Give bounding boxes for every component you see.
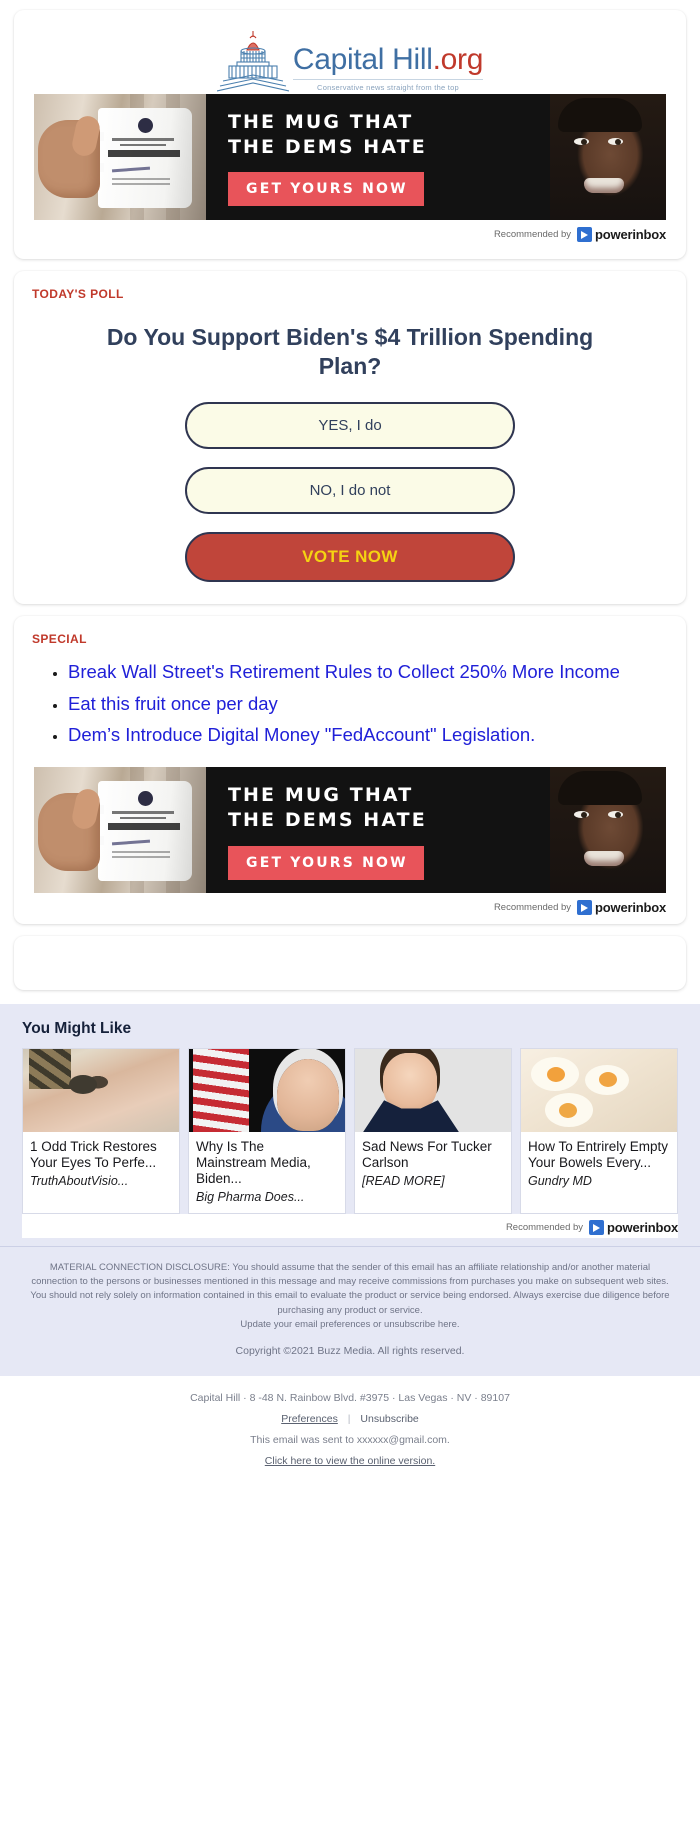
list-item[interactable]: How To Entrirely Empty Your Bowels Every…	[520, 1048, 678, 1214]
powerinbox-name-2: powerinbox	[595, 900, 666, 916]
mug-quote-text	[108, 150, 180, 157]
card-body: 1 Odd Trick Restores Your Eyes To Perfe.…	[23, 1132, 179, 1197]
empty-content-card	[14, 936, 686, 991]
recommended-by-strip-yml: Recommended by powerinbox	[22, 1213, 678, 1238]
powerinbox-name: powerinbox	[595, 227, 666, 242]
powerinbox-logo[interactable]: powerinbox	[577, 227, 666, 242]
unsubscribe-link[interactable]: Unsubscribe	[360, 1413, 418, 1425]
list-item: Eat this fruit once per day	[68, 692, 660, 717]
logo-tld: .org	[432, 43, 484, 76]
you-might-like-grid: 1 Odd Trick Restores Your Eyes To Perfe.…	[22, 1048, 678, 1214]
card-headline: Sad News For Tucker Carlson	[362, 1139, 492, 1171]
footer-link-separator: |	[347, 1412, 351, 1425]
card-headline: How To Entrirely Empty Your Bowels Every…	[528, 1139, 669, 1171]
online-version-link[interactable]: Click here to view the online version.	[265, 1455, 435, 1467]
disclosure-preferences-line: Update your email preferences or unsubsc…	[240, 1318, 460, 1330]
footer-address: Capital Hill · 8 -48 N. Rainbow Blvd. #3…	[190, 1391, 510, 1404]
biden-flag-photo	[189, 1049, 345, 1133]
footer-online-version: Click here to view the online version.	[20, 1455, 680, 1467]
card-source: [READ MORE]	[362, 1174, 445, 1189]
ad-cta-button[interactable]: GET YOURS NOW	[228, 172, 424, 207]
powerinbox-logo-icon-2	[577, 900, 593, 916]
recommended-by-label-3: Recommended by	[505, 1221, 584, 1233]
special-ad-wrapper: THE MUG THAT THE DEMS HATE GET YOURS NOW	[14, 755, 686, 894]
ad-person-photo	[550, 94, 666, 220]
poll-question: Do You Support Biden's $4 Trillion Spend…	[106, 324, 594, 380]
tucker-carlson-mug-photo	[355, 1049, 511, 1133]
mug-product-photo-2	[34, 767, 206, 894]
powerinbox-logo-icon-3	[589, 1219, 605, 1235]
footer-section: Capital Hill · 8 -48 N. Rainbow Blvd. #3…	[0, 1375, 700, 1493]
poll-option-no[interactable]: NO, I do not	[185, 466, 515, 514]
card-body: Sad News For Tucker Carlson [READ MORE]	[355, 1132, 511, 1197]
card-source: Big Pharma Does...	[196, 1189, 305, 1204]
recommended-by-strip-header: Recommended by powerinbox	[14, 220, 686, 245]
preferences-link[interactable]: Preferences	[281, 1413, 338, 1425]
capitol-dome-icon	[216, 28, 289, 94]
powerinbox-logo-2[interactable]: powerinbox	[577, 900, 666, 916]
mug-ad-banner-2[interactable]: THE MUG THAT THE DEMS HATE GET YOURS NOW	[34, 767, 666, 894]
footer-sent-to: This email was sent to xxxxxx@gmail.com.	[250, 1433, 450, 1446]
disclosure-body: MATERIAL CONNECTION DISCLOSURE: You shou…	[30, 1261, 670, 1316]
poll-option-yes[interactable]: YES, I do	[185, 401, 515, 449]
you-might-like-title: You Might Like	[22, 1020, 132, 1038]
mug-product-photo	[34, 94, 206, 220]
you-might-like-section: You Might Like 1 Odd Trick Restores Your…	[0, 1004, 700, 1246]
list-item[interactable]: Why Is The Mainstream Media, Biden... Bi…	[188, 1048, 346, 1214]
ad-person-photo-2	[550, 767, 666, 894]
logo-tagline: Conservative news straight from the top	[292, 79, 484, 92]
recommended-by-label: Recommended by	[493, 229, 572, 240]
mug-ad-copy: THE MUG THAT THE DEMS HATE GET YOURS NOW	[206, 94, 666, 220]
special-kicker: SPECIAL	[32, 631, 87, 646]
header-card: Capital Hill.org Conservative news strai…	[14, 10, 686, 259]
recommended-by-label-2: Recommended by	[493, 902, 572, 914]
fried-eggs-photo	[521, 1049, 677, 1133]
footer-links: Preferences | Unsubscribe	[20, 1413, 680, 1425]
header-ad-wrapper: THE MUG THAT THE DEMS HATE GET YOURS NOW	[14, 94, 686, 220]
poll-card: TODAY'S POLL Do You Support Biden's $4 T…	[14, 271, 686, 604]
special-link-2[interactable]: Eat this fruit once per day	[68, 693, 278, 714]
powerinbox-logo-3[interactable]: powerinbox	[589, 1219, 678, 1235]
mug-ad-banner[interactable]: THE MUG THAT THE DEMS HATE GET YOURS NOW	[34, 94, 666, 220]
special-link-list: Break Wall Street's Retirement Rules to …	[14, 660, 686, 748]
special-card: SPECIAL Break Wall Street's Retirement R…	[14, 615, 686, 925]
card-headline: Why Is The Mainstream Media, Biden...	[196, 1139, 311, 1187]
logo-name: Capital Hill	[292, 43, 433, 76]
recommended-by-strip-special: Recommended by powerinbox	[14, 893, 686, 919]
poll-options: YES, I do NO, I do not VOTE NOW	[14, 386, 686, 582]
woman-eye-mask-photo	[23, 1049, 179, 1133]
powerinbox-name-3: powerinbox	[607, 1219, 678, 1235]
card-source: Gundry MD	[528, 1174, 592, 1189]
mug-ad-copy-2: THE MUG THAT THE DEMS HATE GET YOURS NOW	[206, 767, 666, 894]
list-item: Dem’s Introduce Digital Money "FedAccoun…	[68, 723, 660, 748]
powerinbox-logo-icon	[577, 227, 593, 242]
list-item[interactable]: Sad News For Tucker Carlson [READ MORE]	[354, 1048, 512, 1214]
card-body: Why Is The Mainstream Media, Biden... Bi…	[189, 1132, 345, 1213]
card-headline: 1 Odd Trick Restores Your Eyes To Perfe.…	[30, 1139, 157, 1171]
card-source: TruthAboutVisio...	[30, 1174, 129, 1189]
special-link-3[interactable]: Dem’s Introduce Digital Money "FedAccoun…	[68, 724, 535, 745]
copyright-text: Copyright ©2021 Buzz Media. All rights r…	[235, 1345, 465, 1358]
mug-quote-text-2	[108, 823, 180, 831]
list-item: Break Wall Street's Retirement Rules to …	[68, 660, 660, 685]
ad-cta-button-2[interactable]: GET YOURS NOW	[228, 845, 424, 880]
logo-wordmark: Capital Hill.org Conservative news strai…	[292, 43, 484, 94]
list-item[interactable]: 1 Odd Trick Restores Your Eyes To Perfe.…	[22, 1048, 180, 1214]
special-link-1[interactable]: Break Wall Street's Retirement Rules to …	[68, 661, 620, 682]
poll-kicker: TODAY'S POLL	[32, 287, 124, 301]
disclosure-section: MATERIAL CONNECTION DISCLOSURE: You shou…	[0, 1245, 700, 1376]
email-page: Capital Hill.org Conservative news strai…	[0, 10, 700, 1843]
site-logo[interactable]: Capital Hill.org Conservative news strai…	[14, 26, 686, 94]
card-body: How To Entrirely Empty Your Bowels Every…	[521, 1132, 677, 1197]
vote-now-button[interactable]: VOTE NOW	[185, 531, 515, 582]
